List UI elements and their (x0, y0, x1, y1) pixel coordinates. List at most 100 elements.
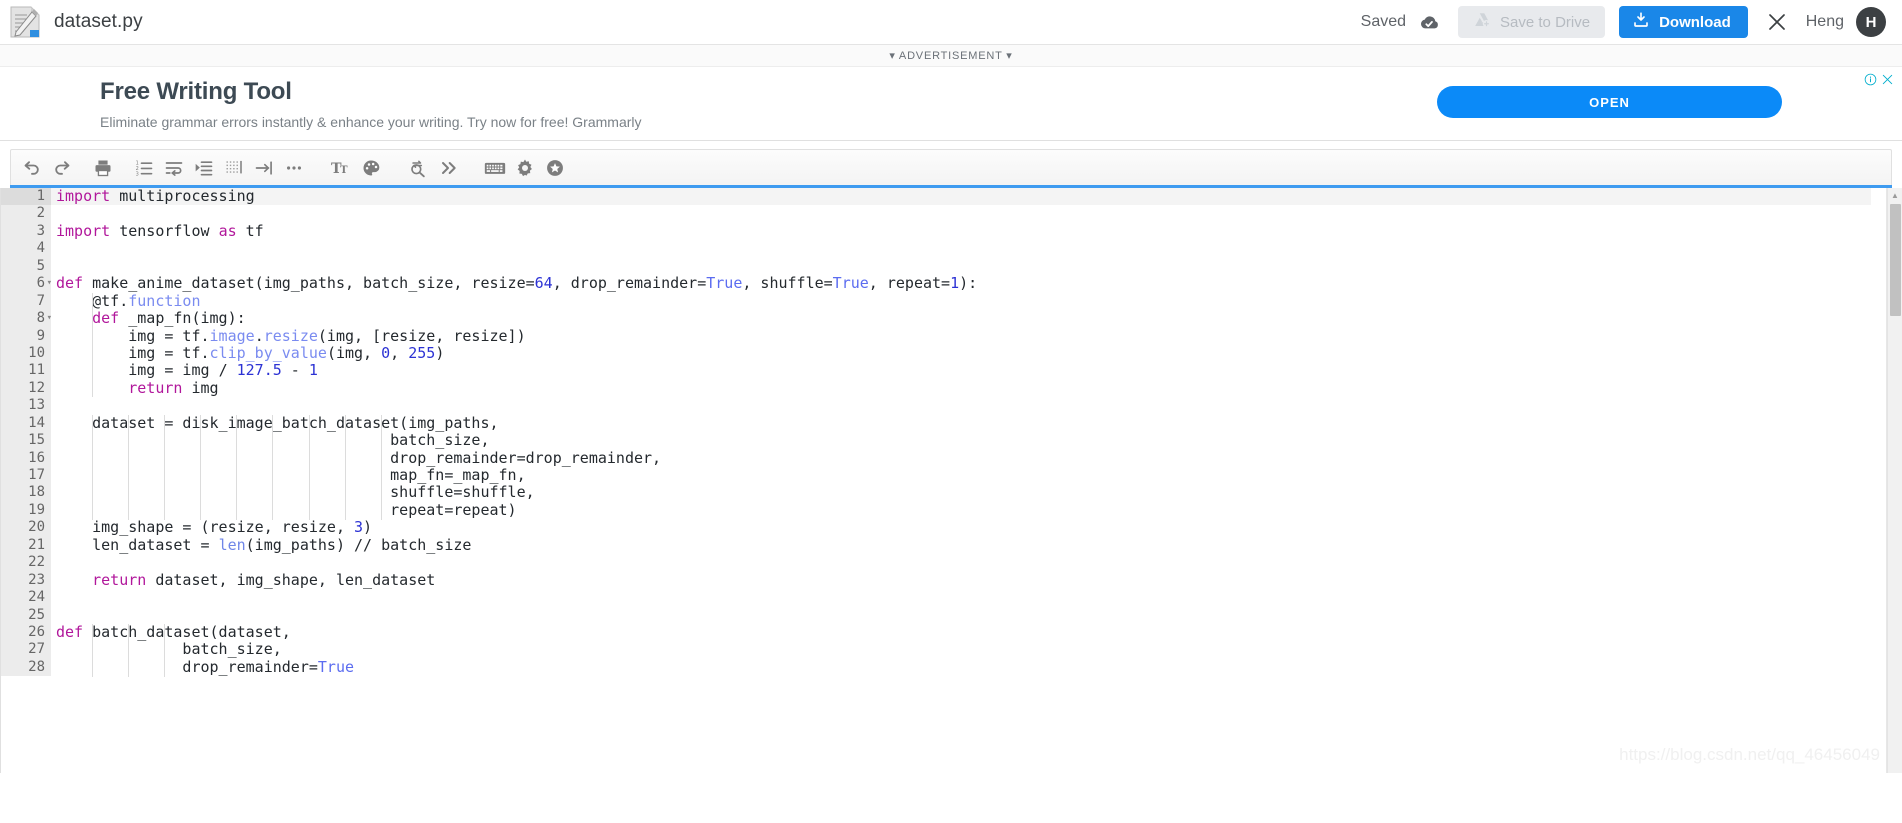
line-numbers-icon[interactable]: 123 (130, 154, 158, 182)
code-line[interactable]: dataset = disk_image_batch_dataset(img_p… (51, 414, 1902, 432)
advertisement-open-button[interactable]: OPEN (1437, 86, 1782, 118)
topbar-actions: Saved Save to Drive Download Heng H (1361, 6, 1886, 38)
svg-text:3: 3 (136, 171, 139, 177)
advertisement-headline: Free Writing Tool (100, 77, 292, 105)
code-line[interactable]: drop_remainder=drop_remainder, (51, 449, 1902, 467)
line-number[interactable]: 28 (1, 659, 51, 676)
code-line[interactable]: import tensorflow as tf (51, 221, 1902, 240)
code-line[interactable]: @tf.function (51, 292, 1902, 310)
chevrons-right-icon[interactable] (434, 154, 462, 182)
code-line[interactable] (51, 554, 1902, 571)
code-token: return (128, 378, 183, 397)
line-number[interactable]: 20 (1, 519, 51, 536)
code-line[interactable]: batch_size, (51, 641, 1902, 658)
line-number[interactable]: 14 (1, 415, 51, 432)
line-number[interactable]: 8 ▾ (1, 310, 52, 327)
code-line[interactable] (51, 258, 1902, 275)
code-line[interactable]: repeat=repeat) (51, 501, 1902, 519)
undo-icon[interactable] (18, 154, 46, 182)
settings-gear-icon[interactable] (511, 154, 539, 182)
document-pencil-icon (10, 6, 40, 38)
star-badge-icon[interactable] (541, 154, 569, 182)
code-editor[interactable]: 1 2 3 4 5 6 ▾ 7 8 ▾ 9 10 11 12 13 14 15 16 17 18 19 20 21 22 23 2… (0, 188, 1902, 773)
avatar[interactable]: H (1856, 7, 1886, 37)
info-circle-icon[interactable] (1864, 73, 1877, 91)
line-number[interactable]: 24 (1, 589, 51, 606)
line-number[interactable]: 9 (1, 328, 51, 345)
code-line[interactable]: map_fn=_map_fn, (51, 466, 1902, 484)
line-number[interactable]: 19 (1, 502, 51, 519)
code-line[interactable]: img = tf.clip_by_value(img, 0, 255) (51, 343, 1902, 362)
print-icon[interactable] (89, 154, 117, 182)
save-to-drive-button[interactable]: Save to Drive (1458, 6, 1606, 38)
indent-icon[interactable] (190, 154, 218, 182)
more-options-icon[interactable] (280, 154, 308, 182)
code-line[interactable] (51, 397, 1902, 414)
code-line[interactable]: img = img / 127.5 - 1 (51, 362, 1902, 379)
code-line[interactable] (51, 240, 1902, 257)
scroll-up-arrow-icon[interactable]: ▲ (1888, 188, 1902, 202)
line-number[interactable]: 13 (1, 397, 51, 414)
advertisement-label-bar[interactable]: ▾ ADVERTISEMENT ▾ (0, 45, 1902, 67)
line-number[interactable]: 5 (1, 258, 51, 275)
code-lines[interactable]: import multiprocessing import tensorflow… (51, 188, 1902, 676)
code-grid: 1 2 3 4 5 6 ▾ 7 8 ▾ 9 10 11 12 13 14 15 16 17 18 19 20 21 22 23 2… (1, 188, 1902, 677)
line-number[interactable]: 18 (1, 484, 51, 501)
line-number[interactable]: 11 (1, 362, 51, 379)
code-line[interactable]: def _map_fn(img): (51, 309, 1902, 327)
code-token: 0 (381, 343, 391, 362)
line-number[interactable]: 6 ▾ (1, 275, 52, 292)
code-line[interactable]: img_shape = (resize, resize, 3) (51, 519, 1902, 536)
line-number[interactable]: 23 (1, 572, 51, 589)
advertisement-body[interactable]: Free Writing Tool Eliminate grammar erro… (0, 67, 1902, 141)
code-line[interactable]: def batch_dataset(dataset, (51, 623, 1902, 641)
line-number[interactable]: 16 (1, 450, 51, 467)
code-token: import (56, 221, 111, 240)
code-line[interactable]: len_dataset = len(img_paths) // batch_si… (51, 536, 1902, 554)
editor-toolbar: 123 T T (10, 149, 1892, 185)
line-number[interactable]: 22 (1, 554, 51, 571)
code-line[interactable]: import multiprocessing (51, 188, 1902, 206)
line-number[interactable]: 12 (1, 380, 51, 397)
line-number[interactable]: 1 (1, 188, 51, 206)
line-number[interactable]: 4 (1, 240, 51, 257)
download-button[interactable]: Download (1619, 6, 1748, 38)
whitespace-icon[interactable] (220, 154, 248, 182)
code-token: map_fn=_map_fn, (56, 466, 526, 484)
word-wrap-icon[interactable] (160, 154, 188, 182)
code-line[interactable] (51, 205, 1902, 222)
code-line[interactable]: def make_anime_dataset(img_paths, batch_… (51, 274, 1902, 293)
line-number[interactable]: 3 (1, 223, 51, 240)
theme-palette-icon[interactable] (357, 154, 385, 182)
line-number[interactable]: 2 (1, 205, 51, 222)
line-number[interactable]: 7 (1, 293, 51, 310)
tab-size-icon[interactable] (250, 154, 278, 182)
code-token: tf (236, 221, 264, 240)
code-line[interactable]: return img (51, 378, 1902, 397)
font-size-icon[interactable]: T T (327, 154, 355, 182)
keyboard-icon[interactable] (481, 154, 509, 182)
vertical-scrollbar[interactable]: ▲ (1887, 188, 1902, 773)
redo-icon[interactable] (48, 154, 76, 182)
code-token: , shuffle= (742, 274, 833, 293)
code-line[interactable]: shuffle=shuffle, (51, 484, 1902, 501)
download-icon (1632, 11, 1650, 33)
line-number[interactable]: 15 (1, 432, 51, 449)
ad-close-icon[interactable] (1881, 73, 1894, 91)
code-line[interactable]: drop_remainder=True (51, 658, 1902, 676)
line-number[interactable]: 17 (1, 467, 51, 484)
code-line[interactable]: batch_size, (51, 431, 1902, 449)
code-content[interactable]: import multiprocessing import tensorflow… (51, 188, 1902, 677)
close-icon[interactable] (1764, 9, 1790, 35)
line-number[interactable]: 27 (1, 641, 51, 658)
code-line[interactable]: img = tf.image.resize(img, [resize, resi… (51, 327, 1902, 345)
line-number[interactable]: 25 (1, 607, 51, 624)
code-line[interactable] (51, 607, 1902, 624)
line-number[interactable]: 26 (1, 624, 51, 641)
line-number[interactable]: 10 (1, 345, 51, 362)
code-line[interactable] (51, 589, 1902, 606)
find-replace-icon[interactable] (404, 154, 432, 182)
code-line[interactable]: return dataset, img_shape, len_dataset (51, 571, 1902, 589)
vertical-scroll-thumb[interactable] (1890, 204, 1901, 316)
line-number[interactable]: 21 (1, 537, 51, 554)
